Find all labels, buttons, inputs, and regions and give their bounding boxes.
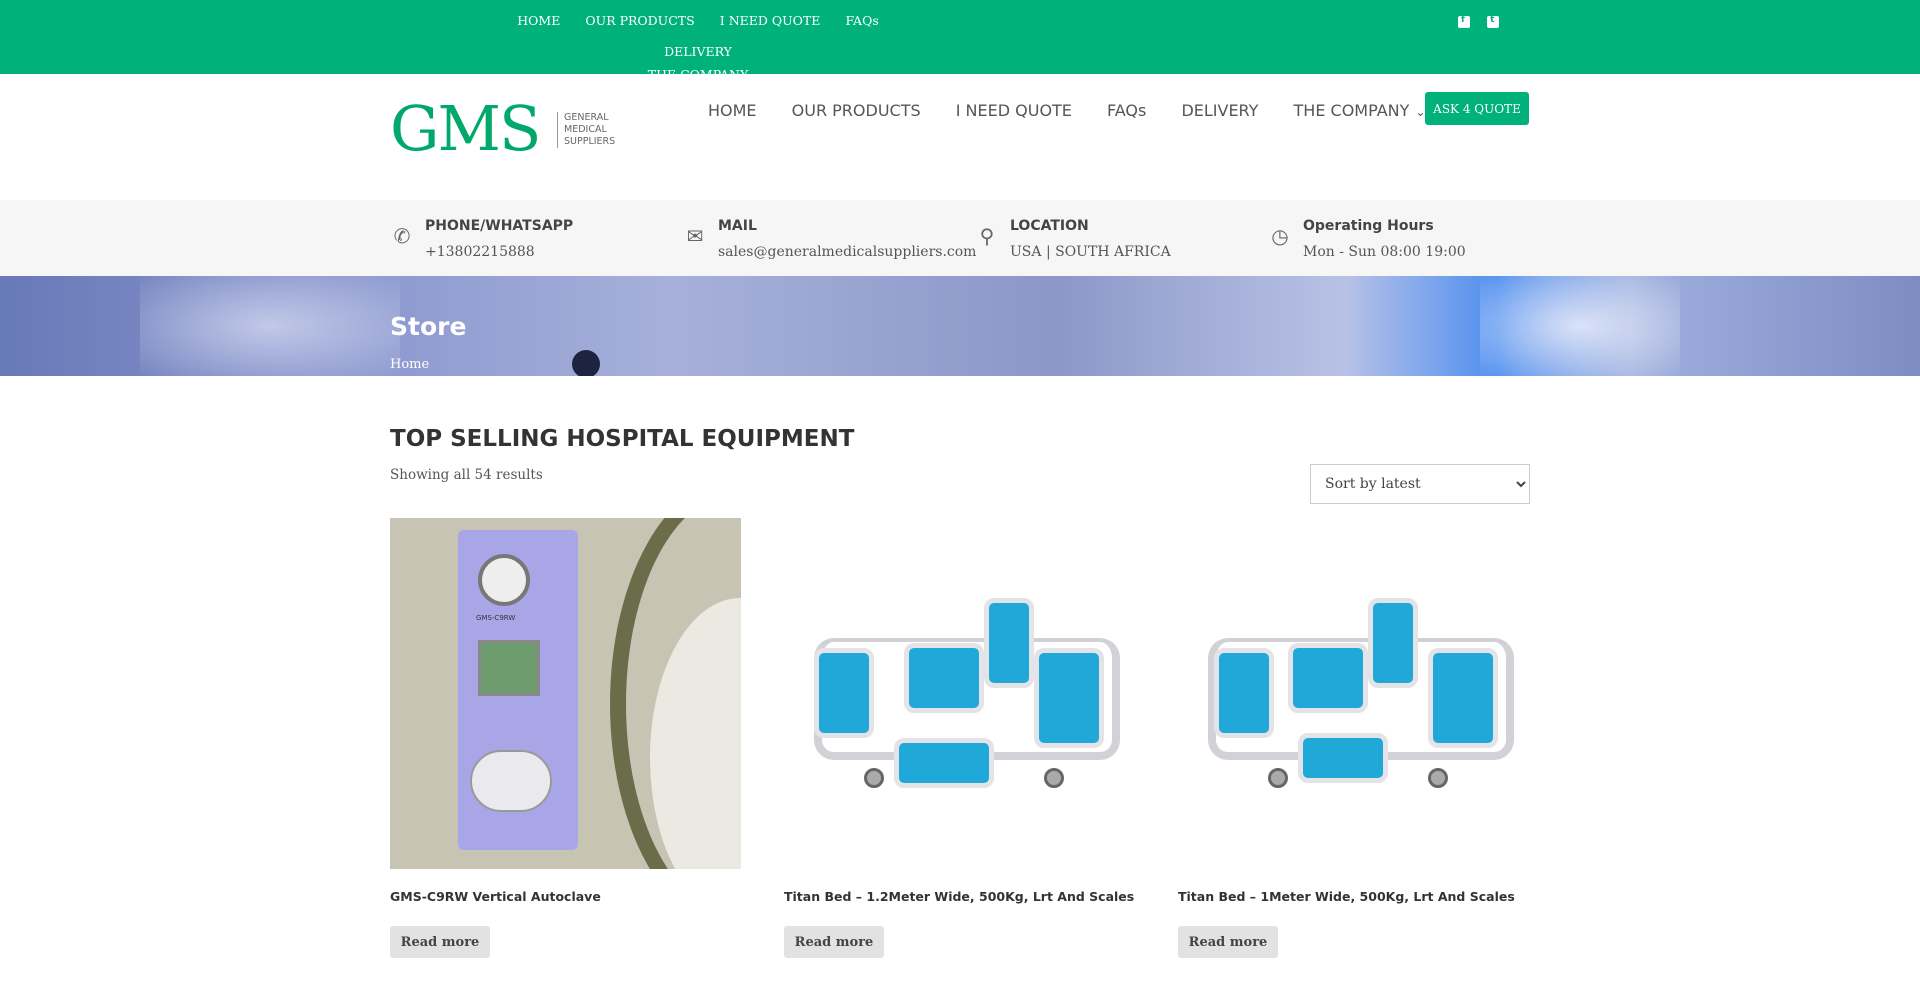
bed-rail (984, 598, 1034, 688)
bed-wheel (1268, 768, 1288, 788)
bed-wheel (1044, 768, 1064, 788)
info-location-title: LOCATION (1010, 218, 1089, 234)
read-more-button[interactable]: Read more (390, 926, 490, 958)
nav-home[interactable]: HOME (708, 100, 757, 122)
product-image-autoclave[interactable]: GMS-C9RW (390, 518, 741, 869)
twitter-glyph: t (1490, 15, 1495, 25)
product-image-bed[interactable] (784, 518, 1135, 869)
ask-quote-button[interactable]: ASK 4 QUOTE (1425, 92, 1529, 125)
logo-text: GMS (390, 92, 541, 165)
facebook-icon[interactable]: f (1458, 15, 1470, 28)
facebook-glyph: f (1461, 15, 1465, 25)
map-pin-icon: ⚲ (979, 224, 995, 248)
bed-rail (1034, 648, 1104, 748)
bed-rail (1368, 598, 1418, 688)
bed-rail (904, 643, 984, 713)
bed-rail (1298, 733, 1388, 783)
bed-rail (1288, 643, 1368, 713)
main-nav: HOME OUR PRODUCTS I NEED QUOTE FAQs DELI… (708, 100, 1455, 123)
bed-rail (894, 738, 994, 788)
top-nav: HOME OUR PRODUCTS I NEED QUOTE FAQs DELI… (478, 0, 918, 85)
info-phone-title: PHONE/WHATSAPP (425, 218, 574, 234)
product-name[interactable]: Titan Bed – 1.2Meter Wide, 500Kg, Lrt An… (784, 889, 1134, 904)
autoclave-panel: GMS-C9RW (458, 530, 578, 850)
top-bar: HOME OUR PRODUCTS I NEED QUOTE FAQs DELI… (0, 0, 1920, 82)
product-name[interactable]: GMS-C9RW Vertical Autoclave (390, 889, 601, 904)
logo-sub-line-1: GENERAL (564, 112, 609, 123)
bed-wheel (1428, 768, 1448, 788)
logo-sub-line-2: MEDICAL (564, 124, 607, 135)
info-hours-title: Operating Hours (1303, 218, 1434, 234)
nav-faqs[interactable]: FAQs (1107, 100, 1146, 122)
top-nav-our-products[interactable]: OUR PRODUCTS (585, 0, 694, 31)
hero-bg-blur (140, 276, 400, 376)
top-nav-delivery[interactable]: DELIVERY (664, 31, 732, 62)
info-mail-value[interactable]: sales@generalmedicalsuppliers.com (718, 244, 976, 260)
site-header: GMS GENERAL MEDICAL SUPPLIERS HOME OUR P… (0, 74, 1920, 200)
read-more-button[interactable]: Read more (784, 926, 884, 958)
bed-rail (1428, 648, 1498, 748)
info-hours-value: Mon - Sun 08:00 19:00 (1303, 244, 1466, 260)
page-title: Store (390, 312, 467, 341)
contact-info-bar: ✆ PHONE/WHATSAPP +13802215888 ✉ MAIL sal… (0, 200, 1920, 276)
product-name[interactable]: Titan Bed – 1Meter Wide, 500Kg, Lrt And … (1178, 889, 1515, 904)
logo-sub-line-3: SUPPLIERS (564, 136, 616, 147)
logo[interactable]: GMS GENERAL MEDICAL SUPPLIERS (390, 94, 620, 164)
nav-the-company[interactable]: THE COMPANY ⌄ (1294, 100, 1426, 123)
top-nav-faqs[interactable]: FAQs (845, 0, 878, 31)
nav-i-need-quote[interactable]: I NEED QUOTE (956, 100, 1072, 122)
info-phone-value[interactable]: +13802215888 (425, 244, 535, 260)
read-more-button[interactable]: Read more (1178, 926, 1278, 958)
nav-delivery[interactable]: DELIVERY (1181, 100, 1258, 122)
mail-icon: ✉ (686, 224, 704, 248)
nav-the-company-label: THE COMPANY (1293, 101, 1410, 120)
gauge-icon (478, 554, 530, 606)
bed-rail (814, 648, 874, 738)
social-links: f t (1458, 13, 1511, 32)
nav-our-products[interactable]: OUR PRODUCTS (792, 100, 921, 122)
hero-bg-object (572, 350, 600, 376)
twitter-icon[interactable]: t (1487, 15, 1500, 28)
result-count: Showing all 54 results (390, 467, 543, 483)
info-location-value: USA | SOUTH AFRICA (1010, 244, 1171, 260)
clock-icon: ◷ (1271, 224, 1289, 248)
section-title: TOP SELLING HOSPITAL EQUIPMENT (390, 426, 855, 452)
display-screen (478, 640, 540, 696)
info-mail-title: MAIL (718, 218, 757, 234)
panel-label: GMS-C9RW (476, 614, 516, 622)
bed-rail (1214, 648, 1274, 738)
bed-wheel (864, 768, 884, 788)
top-nav-home[interactable]: HOME (517, 0, 560, 31)
logo-subtitle: GENERAL MEDICAL SUPPLIERS (557, 112, 615, 148)
sort-select[interactable]: Sort by latest (1310, 464, 1530, 504)
control-pad (470, 750, 552, 812)
breadcrumb-home[interactable]: Home (390, 357, 429, 372)
chevron-down-icon: ⌄ (1415, 105, 1426, 119)
phone-icon: ✆ (393, 224, 411, 248)
hero-bg-blur (1480, 276, 1680, 376)
page-hero: Store Home (0, 276, 1920, 376)
product-image-bed[interactable] (1178, 518, 1529, 869)
top-nav-i-need-quote[interactable]: I NEED QUOTE (720, 0, 821, 31)
